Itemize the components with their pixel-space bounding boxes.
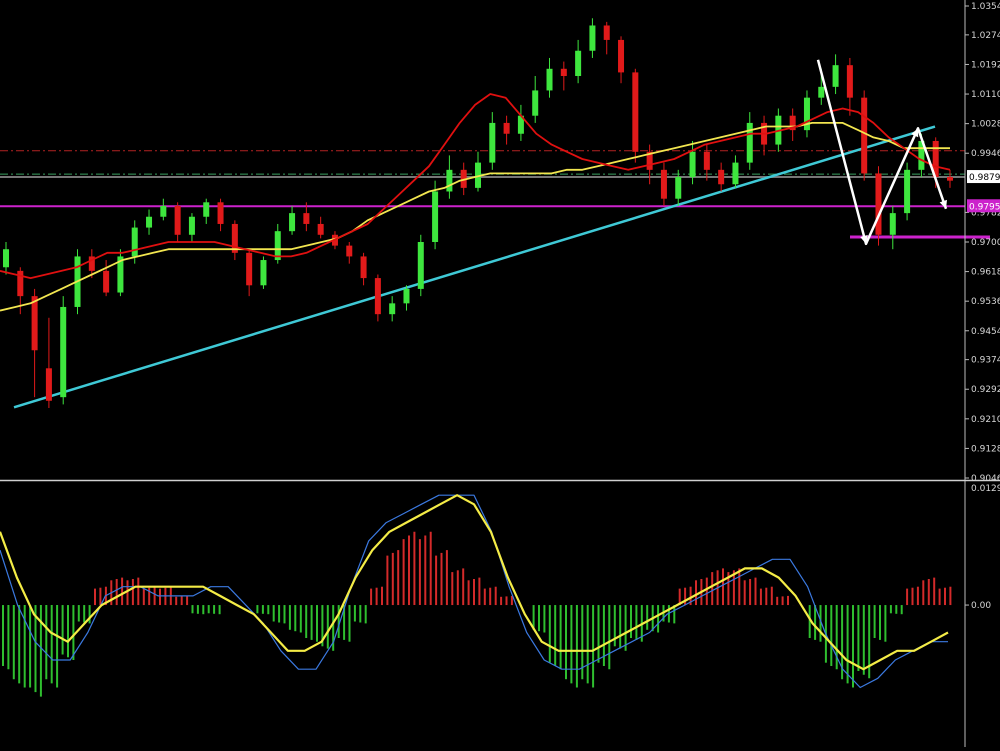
trading-chart: 1.03540 1.02740 1.01920 1.01100 1.00280 0.994… (0, 0, 1000, 747)
current-price-label: 0.98797 (969, 173, 1000, 183)
candle-body (846, 65, 853, 98)
price-tick-label: 0.95360 (971, 297, 1000, 307)
candle-body (718, 169, 725, 185)
candle-body (217, 202, 224, 224)
price-tick-label: 0.93740 (971, 356, 1000, 366)
candle-body (360, 256, 367, 279)
candle-body (589, 25, 596, 51)
candle-body (832, 65, 839, 87)
candle-body (904, 169, 911, 214)
candle-body (618, 39, 625, 73)
candle-body (532, 90, 539, 116)
candle-body (203, 202, 210, 217)
candle-body (60, 306, 67, 398)
support-level-label: 0.97955 (969, 202, 1000, 212)
candle-body (374, 278, 381, 315)
candle-body (403, 288, 410, 304)
price-tick-label: 1.01100 (971, 90, 1000, 100)
candle-body (660, 169, 667, 199)
candle-body (703, 151, 710, 170)
candle-body (575, 50, 582, 77)
candle-body (45, 368, 52, 401)
price-tick-label: 0.92100 (971, 415, 1000, 425)
price-tick-label: 0.96180 (971, 268, 1000, 278)
candle-body (389, 303, 396, 315)
candle-body (861, 97, 868, 174)
candle-body (503, 122, 510, 134)
macd-top-label: 0.01296 (971, 484, 1000, 494)
price-tick-label: 1.03540 (971, 2, 1000, 12)
price-tick-label: 0.92920 (971, 385, 1000, 395)
price-tick-label: 0.97000 (971, 238, 1000, 248)
price-tick-label: 0.90460 (971, 474, 1000, 484)
candle-body (31, 296, 38, 351)
candle-body (103, 270, 110, 293)
candle-body (417, 242, 424, 289)
price-tick-label: 0.91280 (971, 444, 1000, 454)
candle-body (875, 173, 882, 235)
candle-body (889, 213, 896, 235)
macd-zero-label: 0.00 (971, 601, 991, 611)
price-tick-label: 1.01920 (971, 60, 1000, 70)
candle-body (632, 72, 639, 152)
candle-body (818, 86, 825, 98)
candle-body (446, 169, 453, 192)
candle-body (560, 68, 567, 77)
candle-body (246, 252, 253, 286)
candle-body (174, 205, 181, 235)
candle-body (260, 260, 267, 286)
candle-body (732, 162, 739, 185)
candle-body (675, 177, 682, 199)
candle-body (546, 68, 553, 91)
price-tick-label: 0.99460 (971, 149, 1000, 159)
candle-body (689, 151, 696, 178)
candle-body (160, 205, 167, 217)
candle-body (146, 216, 153, 228)
candle-body (131, 227, 138, 257)
candle-body (2, 249, 10, 268)
candle-body (603, 25, 610, 40)
candle-body (303, 213, 310, 224)
price-tick-label: 1.02740 (971, 31, 1000, 41)
price-tick-label: 1.00280 (971, 120, 1000, 130)
candle-body (346, 245, 353, 257)
candle-body (946, 177, 954, 181)
candle-body (489, 122, 496, 163)
price-tick-label: 0.94540 (971, 327, 1000, 337)
candle-body (188, 216, 195, 235)
candle-body (746, 122, 753, 163)
candle-body (317, 223, 324, 235)
chart-svg: 1.03540 1.02740 1.01920 1.01100 1.00280 0.994… (0, 0, 1000, 747)
candle-body (432, 191, 439, 242)
candle-body (289, 213, 296, 232)
